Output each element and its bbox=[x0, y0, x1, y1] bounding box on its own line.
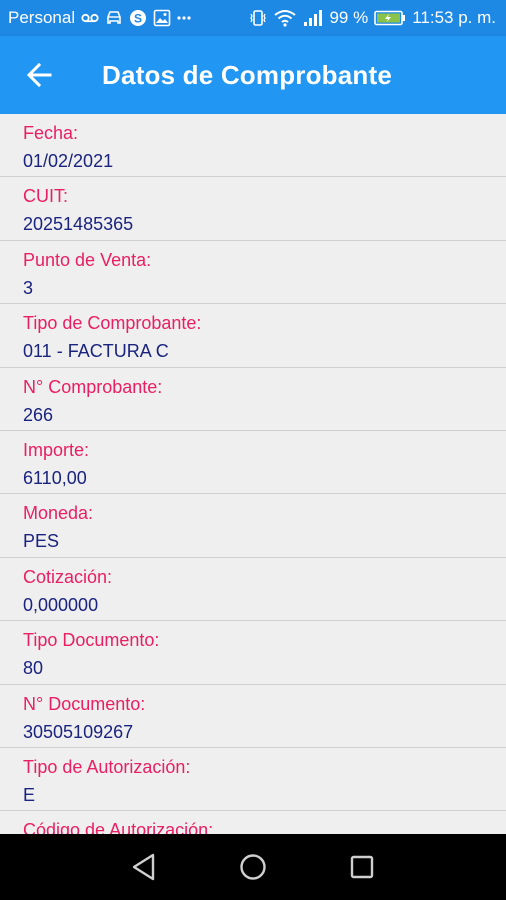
list-item-cuit: CUIT: 20251485365 bbox=[0, 177, 506, 241]
wifi-icon bbox=[273, 9, 297, 27]
battery-charging-icon bbox=[374, 10, 406, 26]
carrier-name: Personal bbox=[8, 8, 76, 27]
field-label: CUIT: bbox=[23, 186, 68, 207]
nav-home-button[interactable] bbox=[223, 837, 283, 897]
field-value: 0,000000 bbox=[23, 594, 99, 615]
field-label: Cotización: bbox=[23, 566, 113, 587]
list-item-numero-comprobante: N° Comprobante: 266 bbox=[0, 368, 506, 431]
svg-text:S: S bbox=[134, 12, 142, 26]
clock: 11:53 p. m. bbox=[412, 8, 496, 27]
field-value: PES bbox=[23, 531, 60, 552]
list-item-tipo-autorizacion: Tipo de Autorización: E bbox=[0, 748, 506, 812]
field-label: Punto de Venta: bbox=[23, 249, 152, 270]
triangle-back-icon bbox=[131, 853, 157, 881]
list-item-tipo-comprobante: Tipo de Comprobante: 011 - FACTURA C bbox=[0, 304, 506, 368]
field-label: Moneda: bbox=[23, 503, 94, 524]
car-icon bbox=[105, 10, 123, 26]
list-item-importe: Importe: 6110,00 bbox=[0, 431, 506, 495]
voucher-details-list[interactable]: Fecha: 01/02/2021 CUIT: 20251485365 Punt… bbox=[0, 114, 506, 834]
field-label: Importe: bbox=[23, 439, 90, 460]
battery-percent: 99 % bbox=[329, 8, 369, 27]
nav-recents-button[interactable] bbox=[332, 837, 392, 897]
list-item-fecha: Fecha: 01/02/2021 bbox=[0, 114, 506, 178]
page-title: Datos de Comprobante bbox=[102, 59, 393, 90]
field-label: Fecha: bbox=[23, 123, 79, 143]
field-value: 01/02/2021 bbox=[23, 151, 114, 171]
voicemail-icon bbox=[81, 12, 99, 24]
field-value: 3 bbox=[23, 277, 34, 298]
field-value: 30505109267 bbox=[23, 721, 134, 742]
circle-home-icon bbox=[239, 853, 267, 881]
arrow-back-icon bbox=[26, 62, 52, 88]
field-value: 80 bbox=[23, 658, 44, 679]
field-label: Tipo de Autorización: bbox=[23, 756, 191, 777]
field-label: Código de Autorización: bbox=[23, 820, 214, 834]
field-value: 6110,00 bbox=[23, 467, 87, 488]
list-item-codigo-autorizacion: Código de Autorización: bbox=[0, 811, 506, 834]
field-label: N° Documento: bbox=[23, 693, 146, 714]
list-item-cotizacion: Cotización: 0,000000 bbox=[0, 558, 506, 622]
list-item-numero-documento: N° Documento: 30505109267 bbox=[0, 685, 506, 748]
square-recents-icon bbox=[349, 854, 375, 880]
field-label: N° Comprobante: bbox=[23, 376, 163, 397]
field-value: E bbox=[23, 784, 36, 805]
list-item-tipo-documento: Tipo Documento: 80 bbox=[0, 621, 506, 685]
app-bar: Datos de Comprobante bbox=[0, 36, 506, 114]
field-value: 20251485365 bbox=[23, 214, 134, 235]
system-navigation-bar bbox=[0, 834, 506, 900]
status-bar: Personal S 99 % 11:53 p. m. bbox=[0, 0, 506, 36]
field-label: Tipo Documento: bbox=[23, 630, 160, 651]
signal-icon bbox=[303, 9, 323, 27]
back-button[interactable] bbox=[0, 36, 78, 114]
field-value: 011 - FACTURA C bbox=[23, 341, 169, 362]
nav-back-button[interactable] bbox=[114, 837, 174, 897]
list-item-punto-de-venta: Punto de Venta: 3 bbox=[0, 241, 506, 305]
vibrate-icon bbox=[249, 9, 267, 27]
field-value: 266 bbox=[23, 404, 54, 425]
skype-icon: S bbox=[129, 9, 147, 27]
list-item-moneda: Moneda: PES bbox=[0, 494, 506, 558]
field-label: Tipo de Comprobante: bbox=[23, 313, 202, 334]
more-notifications-icon bbox=[177, 15, 191, 21]
image-icon bbox=[153, 9, 171, 27]
